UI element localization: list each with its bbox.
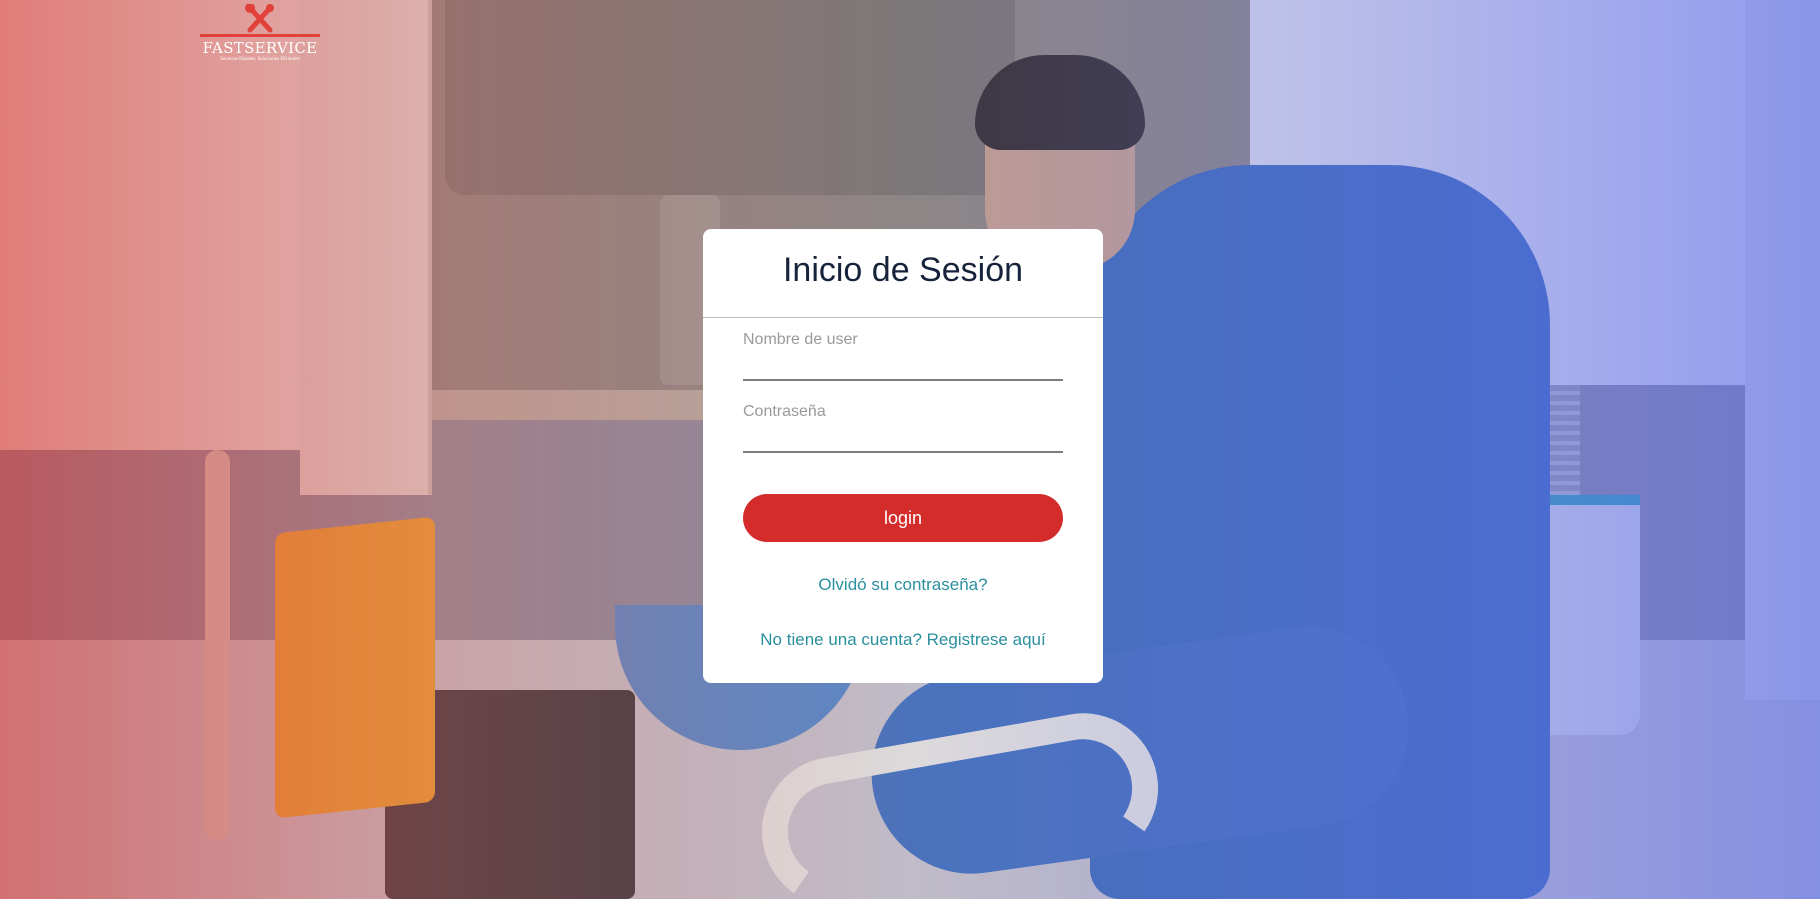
title-divider	[703, 317, 1103, 318]
login-title: Inicio de Sesión	[782, 251, 1024, 289]
brand-logo[interactable]: FASTSERVICE Servicios Rápidos, Solucione…	[198, 4, 322, 62]
login-card: Inicio de Sesión Nombre de user Contrase…	[703, 229, 1103, 683]
register-link[interactable]: No tiene una cuenta? Registrese aquí	[703, 630, 1103, 650]
logo-bar	[200, 34, 320, 37]
username-input[interactable]	[743, 353, 1063, 381]
forgot-password-link[interactable]: Olvidó su contraseña?	[703, 575, 1103, 595]
password-input[interactable]	[743, 425, 1063, 453]
logo-name: FASTSERVICE	[202, 39, 318, 57]
wrench-screwdriver-icon	[245, 4, 274, 33]
username-label: Nombre de user	[743, 331, 858, 348]
username-field: Nombre de user	[743, 331, 1063, 387]
password-label: Contraseña	[743, 403, 826, 420]
login-button[interactable]: login	[743, 494, 1063, 542]
password-field: Contraseña	[743, 403, 1063, 459]
logo-tagline: Servicios Rápidos, Soluciones Eficientes	[220, 56, 300, 61]
